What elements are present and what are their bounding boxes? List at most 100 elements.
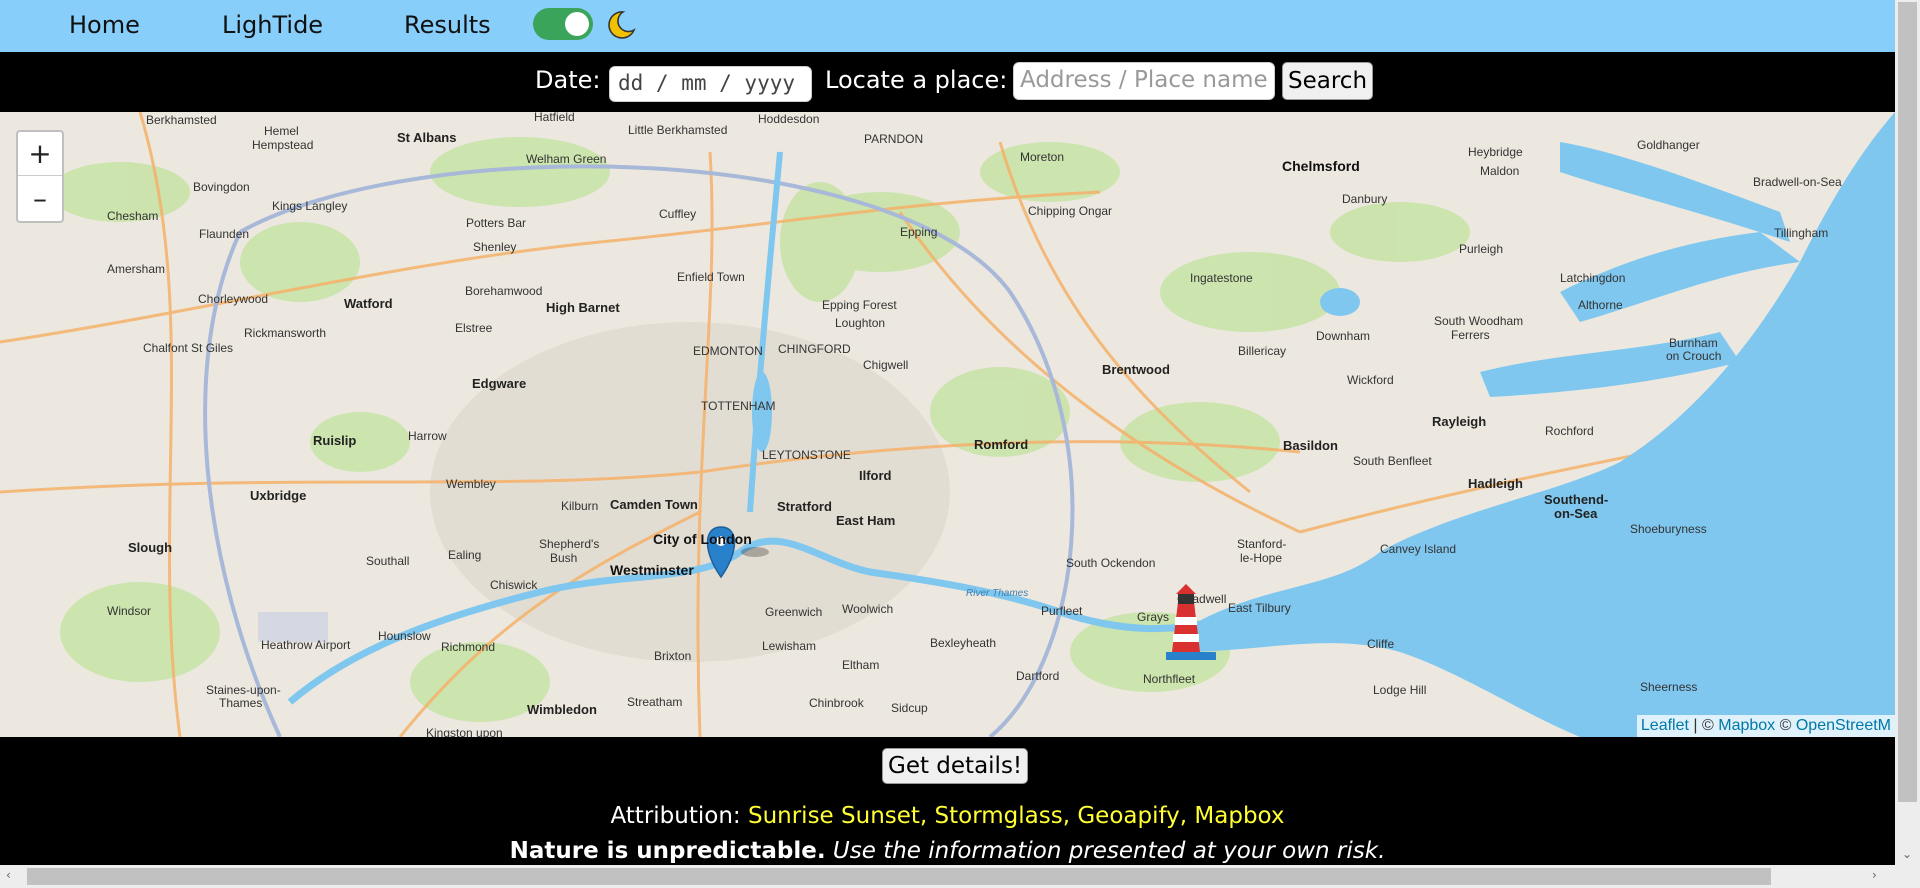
attribution-separator: | ©: [1688, 717, 1719, 734]
place-label: Stanford-: [1237, 537, 1287, 551]
place-label: Hoddesdon: [758, 112, 820, 126]
place-label: Grays: [1137, 610, 1170, 624]
place-label: Brentwood: [1102, 362, 1170, 377]
place-label: Sidcup: [891, 701, 928, 715]
place-label: Southend-: [1544, 492, 1609, 507]
place-label: Rickmansworth: [244, 326, 327, 340]
place-label: Camden Town: [610, 497, 698, 512]
map-attribution: Leaflet | © Mapbox © OpenStreetM: [1636, 715, 1895, 737]
place-label: Moreton: [1020, 150, 1065, 164]
place-label: le-Hope: [1240, 551, 1283, 565]
place-label: Kings Langley: [272, 199, 348, 213]
place-label: Wickford: [1347, 373, 1394, 387]
mapbox-link[interactable]: Mapbox: [1718, 717, 1775, 734]
place-label: Northfleet: [1143, 672, 1196, 686]
place-label: Rayleigh: [1432, 414, 1487, 429]
place-label: South Woodham: [1434, 314, 1524, 328]
horizontal-scroll-thumb[interactable]: [27, 868, 1771, 885]
date-input[interactable]: dd / mm / yyyy: [609, 66, 812, 102]
get-details-button[interactable]: Get details!: [882, 748, 1029, 784]
place-label: Thames: [219, 696, 263, 710]
place-label: CHINGFORD: [778, 342, 851, 356]
map-view[interactable]: Berkhamsted Hemel Hempstead St Albans We…: [0, 112, 1895, 737]
place-label: Hatfield: [534, 112, 575, 124]
leaflet-link[interactable]: Leaflet: [1641, 717, 1689, 734]
place-label: Cuffley: [659, 207, 697, 221]
date-label: Date:: [535, 66, 601, 94]
scroll-left-arrow-icon[interactable]: ‹: [6, 868, 11, 882]
place-label: Little Berkhamsted: [628, 123, 728, 137]
place-label: Wimbledon: [527, 702, 597, 717]
place-label: Canvey Island: [1380, 542, 1457, 556]
place-label: Chigwell: [863, 358, 909, 372]
place-label: Latchingdon: [1560, 271, 1626, 285]
notice-bold: Nature is unpredictable.: [509, 838, 826, 864]
place-label: Shenley: [473, 240, 517, 254]
place-label: St Albans: [397, 130, 457, 145]
horizontal-scrollbar[interactable]: ‹ ›: [0, 865, 1920, 888]
place-label: Eltham: [842, 658, 880, 672]
scroll-right-arrow-icon[interactable]: ›: [1872, 868, 1877, 882]
place-label: City of London: [653, 531, 752, 547]
place-label: Bexleyheath: [930, 636, 997, 650]
search-button[interactable]: Search: [1282, 62, 1374, 100]
place-label: Brixton: [654, 649, 692, 663]
nav-results-link[interactable]: Results: [404, 11, 491, 39]
place-label: Hadleigh: [1468, 476, 1523, 491]
place-label: Ruislip: [313, 433, 357, 448]
zoom-out-button[interactable]: –: [18, 176, 62, 220]
place-label: Bush: [550, 551, 578, 565]
vertical-scroll-thumb[interactable]: [1898, 2, 1917, 802]
place-label: Potters Bar: [466, 216, 527, 230]
place-label: Downham: [1316, 329, 1371, 343]
place-label: Ingatestone: [1190, 271, 1253, 285]
toggle-knob: [565, 12, 589, 36]
openstreetmap-link[interactable]: OpenStreetM: [1796, 717, 1891, 734]
place-label: East Ham: [836, 513, 896, 528]
attribution-line: Attribution: Sunrise Sunset, Stormglass,…: [0, 803, 1895, 829]
place-label: Chelmsford: [1282, 158, 1360, 174]
app-root: Home LighTide Results Date: dd / mm / yy…: [0, 0, 1920, 888]
vertical-scrollbar[interactable]: ⌄: [1895, 0, 1920, 865]
place-label: Cliffe: [1367, 637, 1395, 651]
place-label: Heybridge: [1468, 145, 1523, 159]
place-label: Bovingdon: [193, 180, 250, 194]
place-label: Chesham: [107, 209, 159, 223]
place-label: Ilford: [859, 468, 892, 483]
attribution-sources[interactable]: Sunrise Sunset, Stormglass, Geoapify, Ma…: [748, 803, 1285, 829]
place-label: Streatham: [627, 695, 683, 709]
place-label: Harrow: [408, 429, 447, 443]
place-label: Dartford: [1016, 669, 1060, 683]
dark-mode-toggle[interactable]: [533, 8, 593, 40]
place-label: PARNDON: [864, 132, 924, 146]
place-label: Richmond: [441, 640, 496, 654]
place-label: Epping Forest: [822, 298, 897, 312]
nav-lightide-link[interactable]: LighTide: [222, 11, 323, 39]
place-label: Borehamwood: [465, 284, 543, 298]
place-label: Rochford: [1545, 424, 1594, 438]
place-label: Welham Green: [526, 152, 607, 166]
top-navbar: Home LighTide Results: [0, 0, 1895, 52]
place-search-input[interactable]: Address / Place name: [1013, 62, 1275, 100]
place-label: Hounslow: [378, 629, 431, 643]
place-label: Kilburn: [561, 499, 599, 513]
place-label: Watford: [344, 296, 393, 311]
place-label: Ferrers: [1451, 328, 1490, 342]
place-label: Loughton: [835, 316, 886, 330]
place-label: South Ockendon: [1066, 556, 1156, 570]
place-label: Bradwell-on-Sea: [1753, 175, 1842, 189]
place-label: Billericay: [1238, 344, 1287, 358]
zoom-in-button[interactable]: +: [18, 132, 62, 176]
place-label: Shoeburyness: [1630, 522, 1707, 536]
place-label: Ealing: [448, 548, 482, 562]
zoom-control: + –: [16, 130, 64, 223]
place-label: EDMONTON: [693, 344, 763, 358]
place-label: Chadwell: [1177, 592, 1227, 606]
scroll-down-arrow-icon[interactable]: ⌄: [1902, 847, 1912, 861]
nav-home-link[interactable]: Home: [69, 11, 140, 39]
locate-label: Locate a place:: [825, 66, 1008, 94]
place-label: Windsor: [107, 604, 152, 618]
river-label: River Thames: [966, 588, 1029, 599]
place-label: East Tilbury: [1228, 601, 1291, 615]
place-label: Woolwich: [842, 602, 894, 616]
